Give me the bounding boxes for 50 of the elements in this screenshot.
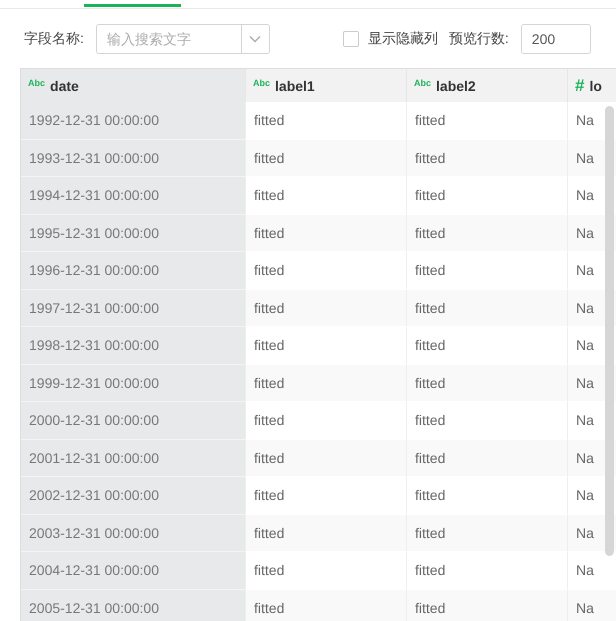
table-cell: 2000-12-31 00:00:00 xyxy=(21,402,246,440)
preview-rows-label: 预览行数: xyxy=(448,30,509,48)
column-name: label2 xyxy=(436,78,476,94)
scrollbar[interactable] xyxy=(605,106,614,556)
table-cell: fitted xyxy=(407,590,568,621)
table-cell: fitted xyxy=(246,290,407,327)
table-cell: 1999-12-31 00:00:00 xyxy=(21,364,246,402)
table-cell: fitted xyxy=(407,290,568,327)
table-cell: 2003-12-31 00:00:00 xyxy=(21,514,246,552)
text-type-icon: Abc xyxy=(414,78,432,88)
column-name: date xyxy=(50,78,79,94)
text-type-icon: Abc xyxy=(28,78,46,88)
table-cell: fitted xyxy=(246,214,407,252)
preview-rows-field[interactable]: 200 xyxy=(520,24,591,54)
table-cell: fitted xyxy=(246,364,407,402)
table-cell: fitted xyxy=(407,214,568,252)
chevron-down-icon xyxy=(249,34,262,42)
table-cell: 1993-12-31 00:00:00 xyxy=(21,140,246,177)
table-cell: fitted xyxy=(246,514,407,552)
dropdown-button[interactable] xyxy=(240,24,270,54)
checkbox[interactable] xyxy=(342,30,359,46)
table-cell: 1994-12-31 00:00:00 xyxy=(21,177,246,214)
table-cell: 1995-12-31 00:00:00 xyxy=(21,214,246,252)
column-header[interactable]: Abc label1 xyxy=(246,69,407,102)
table-cell: fitted xyxy=(407,140,568,177)
table-cell: fitted xyxy=(407,440,568,477)
table-cell: fitted xyxy=(246,140,407,177)
table-cell: fitted xyxy=(246,590,407,621)
table-cell: 2002-12-31 00:00:00 xyxy=(21,477,246,514)
table-cell: fitted xyxy=(246,440,407,477)
table-cell: 2005-12-31 00:00:00 xyxy=(21,590,246,621)
table-cell: 1998-12-31 00:00:00 xyxy=(21,327,246,364)
column-header[interactable]: Abc date xyxy=(21,69,246,102)
show-hidden-label: 显示隐藏列 xyxy=(368,30,438,48)
text-type-icon: Abc xyxy=(253,78,270,88)
column-name: lo xyxy=(589,78,602,94)
table-cell: Na xyxy=(568,590,616,621)
table-cell: 2004-12-31 00:00:00 xyxy=(21,552,246,590)
search-field[interactable]: 输入搜索文字 xyxy=(96,24,241,54)
table-cell: 1997-12-31 00:00:00 xyxy=(21,290,246,327)
column-header[interactable]: Abc label2 xyxy=(407,69,568,102)
table-cell: 1996-12-31 00:00:00 xyxy=(21,252,246,290)
column-name: label1 xyxy=(275,78,315,94)
table-cell: 1992-12-31 00:00:00 xyxy=(21,102,246,140)
field-name-label: 字段名称: xyxy=(24,30,84,48)
number-type-icon: # xyxy=(575,76,584,96)
table-cell: fitted xyxy=(407,514,568,552)
table-cell: fitted xyxy=(407,364,568,402)
column-header[interactable]: # lo xyxy=(568,69,616,102)
table-cell: 2001-12-31 00:00:00 xyxy=(21,440,246,477)
